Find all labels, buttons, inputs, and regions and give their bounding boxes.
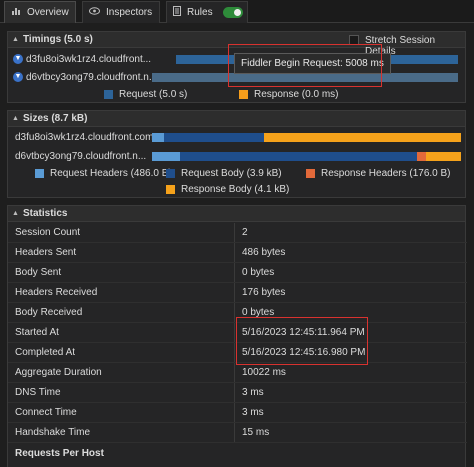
legend-request-headers: Request Headers (486.0 B) [35, 168, 172, 179]
legend-request: Request (5.0 s) [104, 89, 187, 100]
request-headers-segment [152, 133, 164, 142]
legend-swatch [35, 169, 44, 178]
legend-response-body: Response Body (4.1 kB) [166, 184, 289, 195]
requests-per-host-label: Requests Per Host [15, 447, 104, 459]
statistics-header[interactable]: ▲ Statistics [8, 206, 465, 222]
legend-label: Request (5.0 s) [119, 89, 188, 100]
statistics-title: Statistics [23, 208, 68, 219]
tooltip-highlight [228, 44, 382, 87]
timing-host: d3fu8oi3wk1rz4.cloudfront... [26, 53, 152, 65]
legend-swatch [166, 185, 175, 194]
request-body-segment [180, 152, 417, 161]
legend-label: Request Body (3.9 kB) [181, 168, 282, 179]
chevron-up-icon: ▲ [12, 36, 19, 43]
stat-label: Started At [15, 327, 59, 338]
stat-value: 10022 ms [242, 367, 286, 378]
stat-row: Connect Time 3 ms [8, 403, 467, 423]
stat-row: Aggregate Duration 10022 ms [8, 363, 467, 383]
rules-toggle[interactable] [222, 7, 243, 18]
response-body-segment [426, 152, 461, 161]
legend-request-body: Request Body (3.9 kB) [166, 168, 282, 179]
size-host: d6vtbcy3ong79.cloudfront.n... [15, 151, 147, 162]
response-body-segment [264, 133, 461, 142]
stat-label: DNS Time [15, 387, 61, 398]
stat-label: Body Received [15, 307, 83, 318]
stat-value: 2 [242, 227, 248, 238]
request-headers-segment [152, 152, 180, 161]
size-row[interactable]: d3fu8oi3wk1rz4.cloudfront.com... [8, 129, 467, 147]
tab-label: Overview [27, 7, 69, 18]
stat-label: Connect Time [15, 407, 77, 418]
tab-bar: Overview Inspectors Rules [0, 0, 474, 23]
stat-footer-row: Requests Per Host [8, 443, 467, 463]
timing-host: d6vtbcy3ong79.cloudfront.n... [26, 71, 158, 83]
size-host: d3fu8oi3wk1rz4.cloudfront.com... [15, 132, 162, 143]
sizes-header[interactable]: ▲ Sizes (8.7 kB) [8, 111, 465, 127]
tab-label: Rules [187, 7, 213, 18]
tab-inspectors[interactable]: Inspectors [82, 1, 160, 23]
stat-value: 176 bytes [242, 287, 286, 298]
eye-icon [89, 7, 100, 18]
stat-row: DNS Time 3 ms [8, 383, 467, 403]
stat-row: Headers Sent 486 bytes [8, 243, 467, 263]
size-row[interactable]: d6vtbcy3ong79.cloudfront.n... [8, 148, 467, 166]
stat-label: Completed At [15, 347, 76, 358]
tab-label: Inspectors [106, 7, 153, 18]
stat-row: Session Count 2 [8, 223, 467, 243]
stat-value: 0 bytes [242, 267, 275, 278]
stat-row: Body Sent 0 bytes [8, 263, 467, 283]
legend-label: Response Headers (176.0 B) [321, 168, 451, 179]
stat-label: Handshake Time [15, 427, 91, 438]
stat-value: 15 ms [242, 427, 270, 438]
chart-icon [11, 6, 21, 19]
legend-response-headers: Response Headers (176.0 B) [306, 168, 451, 179]
stat-row: Headers Received 176 bytes [8, 283, 467, 303]
legend-label: Request Headers (486.0 B) [50, 168, 172, 179]
request-body-segment [164, 133, 264, 142]
legend-label: Response Body (4.1 kB) [181, 184, 290, 195]
stat-label: Headers Sent [15, 247, 77, 258]
stat-label: Headers Received [15, 287, 98, 298]
sizes-title: Sizes (8.7 kB) [23, 113, 88, 124]
response-headers-segment [417, 152, 426, 161]
tab-overview[interactable]: Overview [4, 1, 76, 23]
stat-row: Handshake Time 15 ms [8, 423, 467, 443]
legend-swatch [166, 169, 175, 178]
legend-swatch [306, 169, 315, 178]
expand-icon[interactable]: ▼ [13, 54, 23, 64]
chevron-up-icon: ▲ [12, 210, 19, 217]
chevron-up-icon: ▲ [12, 115, 19, 122]
stat-label: Aggregate Duration [15, 367, 102, 378]
stat-value: 3 ms [242, 387, 264, 398]
stat-value: 486 bytes [242, 247, 286, 258]
expand-icon[interactable]: ▼ [13, 72, 23, 82]
timings-title: Timings (5.0 s) [23, 34, 93, 45]
legend-label: Response (0.0 ms) [254, 89, 339, 100]
stat-label: Session Count [15, 227, 81, 238]
legend-swatch [104, 90, 113, 99]
rules-icon [173, 6, 181, 19]
timestamps-highlight [236, 317, 368, 365]
legend-response: Response (0.0 ms) [239, 89, 338, 100]
stat-label: Body Sent [15, 267, 62, 278]
sizes-panel: ▲ Sizes (8.7 kB) d3fu8oi3wk1rz4.cloudfro… [7, 110, 466, 198]
tab-rules[interactable]: Rules [166, 1, 248, 23]
legend-swatch [239, 90, 248, 99]
stat-value: 3 ms [242, 407, 264, 418]
